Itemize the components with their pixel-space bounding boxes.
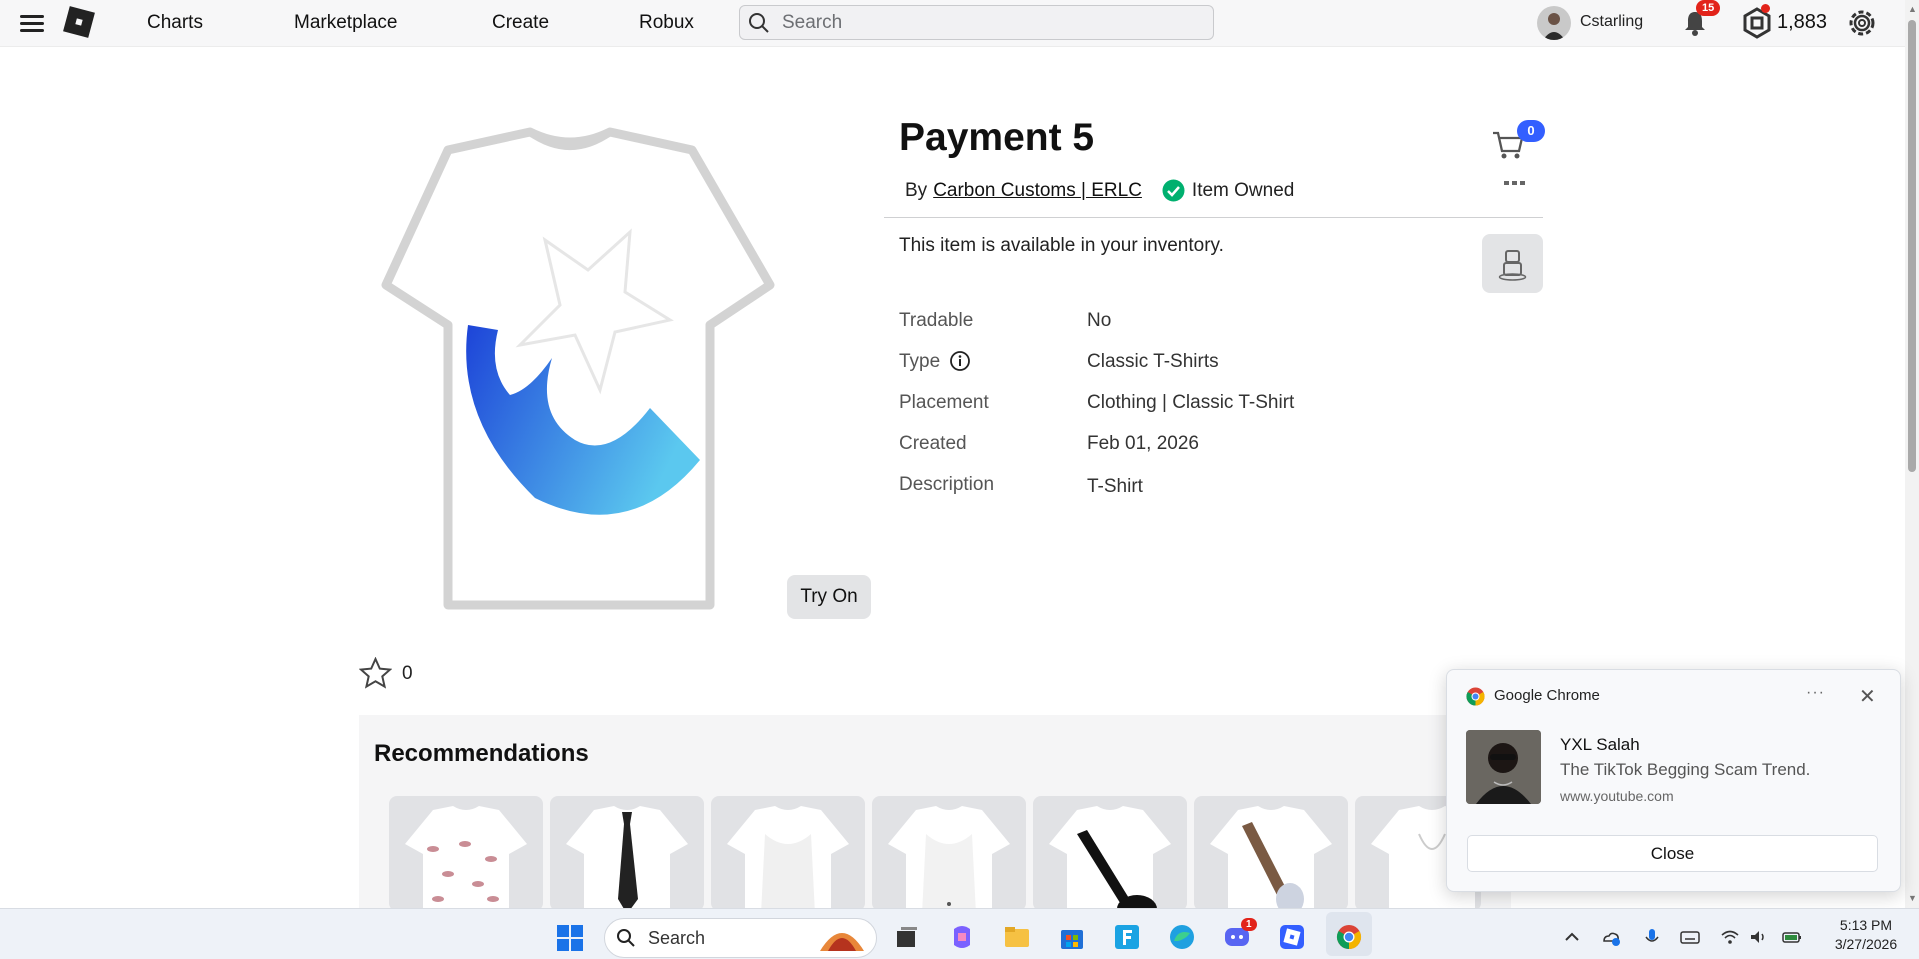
recommendation-card[interactable] [1194, 796, 1348, 911]
avatar-preview-button[interactable] [1482, 234, 1543, 293]
scrollbar-thumb[interactable] [1908, 20, 1916, 472]
recommendation-card[interactable] [389, 796, 543, 911]
roblox-logo[interactable] [62, 5, 96, 39]
top-nav: Charts Marketplace Create Robux Cstarlin… [0, 0, 1905, 47]
volume-icon[interactable] [1748, 927, 1768, 947]
detail-label-type: Type [899, 351, 941, 372]
avatar-icon [1498, 250, 1527, 281]
owned-label: Item Owned [1191, 179, 1295, 201]
toast-thumbnail [1466, 730, 1541, 804]
info-icon[interactable] [949, 350, 971, 372]
search-icon [749, 12, 769, 33]
star-icon[interactable] [359, 657, 392, 690]
search-bar [739, 5, 1214, 40]
toast-title: YXL Salah [1560, 735, 1640, 754]
detail-value-type: Classic T-Shirts [1087, 351, 1219, 372]
clock-date: 3/27/2026 [1834, 936, 1898, 952]
try-on-button[interactable]: Try On [787, 575, 871, 619]
file-explorer-icon[interactable] [1003, 923, 1031, 951]
robux-balance[interactable]: 1,883 [1777, 11, 1827, 34]
microsoft-store-icon[interactable] [1058, 923, 1086, 951]
check-circle-icon [1162, 179, 1185, 202]
toast-app-name: Google Chrome [1494, 687, 1600, 704]
copilot-icon[interactable] [948, 923, 976, 951]
nav-marketplace[interactable]: Marketplace [294, 12, 398, 34]
toast-close-button[interactable]: Close [1467, 835, 1878, 872]
chrome-taskbar-icon[interactable] [1335, 923, 1363, 951]
hamburger-icon[interactable] [20, 12, 44, 34]
nav-robux[interactable]: Robux [639, 12, 694, 34]
item-title: Payment 5 [899, 116, 1095, 159]
detail-label-tradable: Tradable [899, 310, 974, 331]
user-avatar[interactable] [1537, 6, 1571, 40]
gear-icon[interactable] [1846, 7, 1878, 39]
onedrive-icon[interactable] [1601, 927, 1621, 947]
task-view-icon[interactable] [893, 923, 921, 951]
cart-count-badge: 0 [1517, 120, 1545, 142]
recommendations-title: Recommendations [374, 740, 589, 767]
keyboard-icon[interactable] [1680, 927, 1700, 947]
favorite-count: 0 [402, 663, 413, 684]
page-scrollbar[interactable]: ▲ ▼ [1905, 0, 1919, 908]
tray-chevron-icon[interactable] [1562, 927, 1582, 947]
nav-charts[interactable]: Charts [147, 12, 203, 34]
creator-link[interactable]: Carbon Customs | ERLC [933, 180, 1142, 202]
scroll-down-arrow[interactable]: ▼ [1908, 893, 1917, 903]
scroll-up-arrow[interactable]: ▲ [1908, 4, 1917, 14]
taskbar-search-label: Search [648, 928, 706, 948]
recommendation-card[interactable] [872, 796, 1026, 911]
detail-value-placement: Clothing | Classic T-Shirt [1087, 392, 1295, 413]
search-icon [617, 929, 635, 947]
availability-text: This item is available in your inventory… [899, 235, 1224, 256]
recommendation-card[interactable] [711, 796, 865, 911]
recommendation-card[interactable] [1033, 796, 1187, 911]
more-dots-icon[interactable] [1502, 176, 1528, 190]
windows-start-icon[interactable] [556, 924, 584, 952]
item-thumbnail [381, 127, 775, 610]
toast-url: www.youtube.com [1560, 788, 1674, 804]
wifi-icon[interactable] [1720, 927, 1740, 947]
detail-value-created: Feb 01, 2026 [1087, 433, 1199, 454]
robux-alert-dot [1761, 4, 1770, 13]
creator-byline: By Carbon Customs | ERLC Item Owned [905, 179, 1294, 202]
toast-body: The TikTok Begging Scam Trend. [1560, 760, 1811, 779]
detail-label-placement: Placement [899, 392, 989, 413]
discord-badge: 1 [1241, 918, 1257, 931]
app-f-icon[interactable] [1113, 923, 1141, 951]
notification-badge: 15 [1696, 0, 1721, 16]
roblox-app-icon[interactable] [1278, 923, 1306, 951]
detail-value-tradable: No [1087, 310, 1112, 331]
microphone-icon[interactable] [1642, 927, 1662, 947]
toast-options-icon[interactable]: ··· [1806, 684, 1825, 702]
edge-icon[interactable] [1168, 923, 1196, 951]
detail-label-description: Description [899, 474, 995, 495]
nav-create[interactable]: Create [492, 12, 549, 34]
taskbar-clock[interactable]: 5:13 PM 3/27/2026 [1828, 916, 1904, 954]
search-highlight-icon[interactable] [816, 921, 868, 953]
by-label: By [905, 179, 928, 201]
detail-value-description: T-Shirt [1087, 476, 1143, 497]
username[interactable]: Cstarling [1580, 13, 1643, 31]
recommendation-card[interactable] [550, 796, 704, 911]
search-input[interactable] [780, 10, 1184, 35]
detail-label-created: Created [899, 433, 967, 454]
battery-icon[interactable] [1782, 927, 1802, 947]
clock-time: 5:13 PM [1839, 917, 1893, 933]
toast-close-icon[interactable]: ✕ [1859, 684, 1876, 709]
header-divider [884, 217, 1543, 218]
chrome-icon [1466, 687, 1485, 706]
